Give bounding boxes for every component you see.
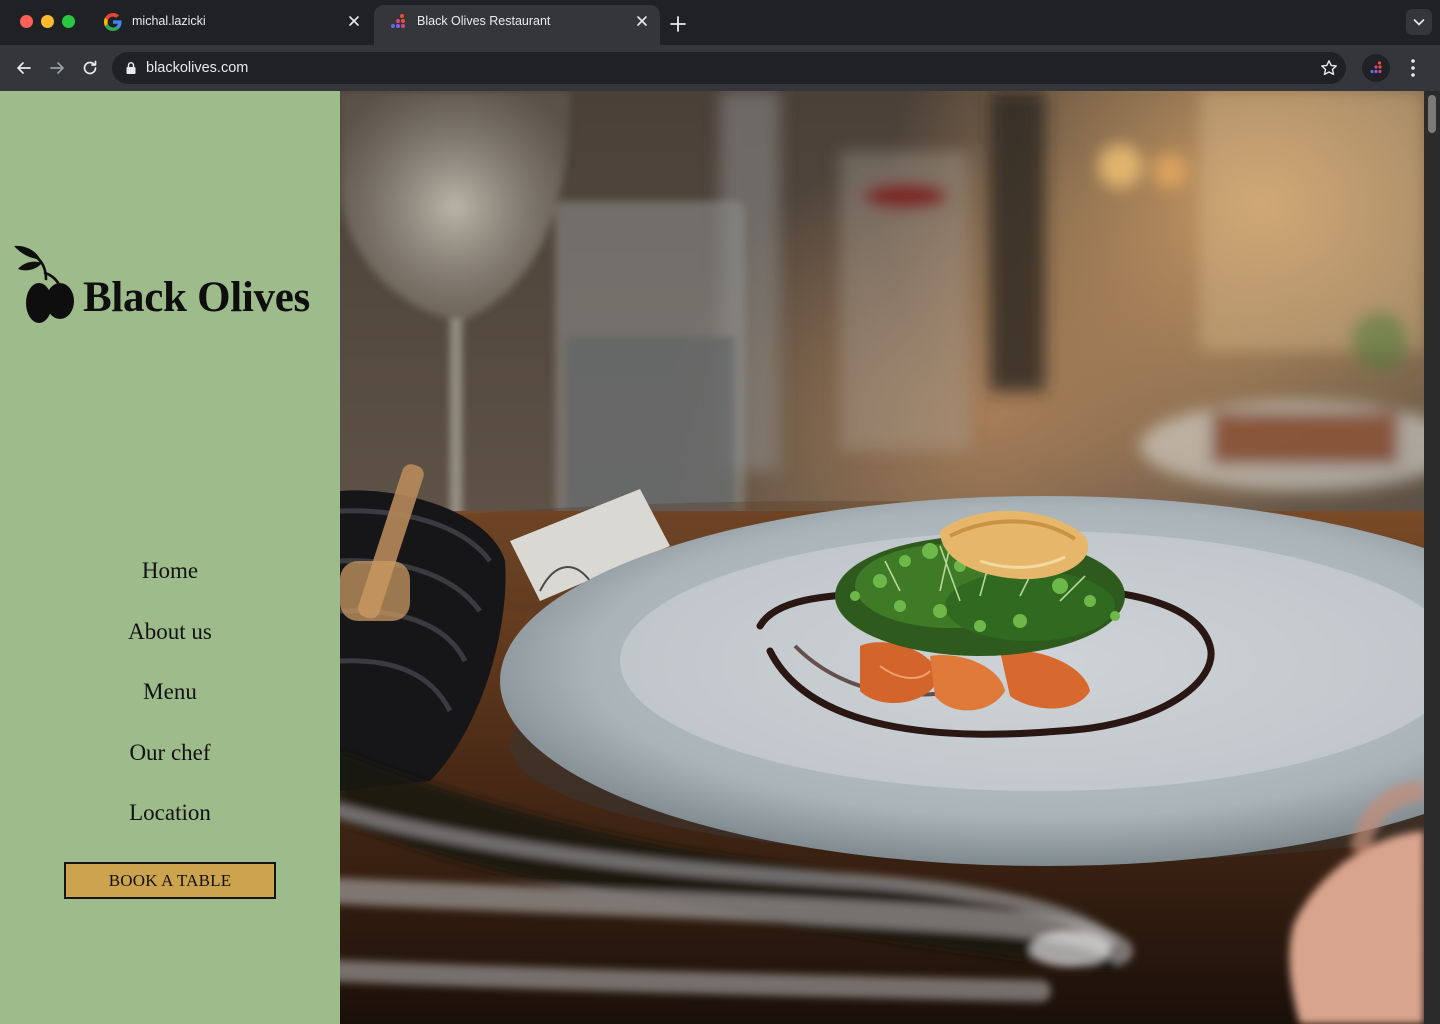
restaurant-page: Black Olives Home About us Menu Our chef… (0, 91, 1440, 1024)
nav-location-link[interactable]: Location (0, 800, 340, 826)
address-bar[interactable]: blackolives.com (112, 52, 1346, 84)
url-text[interactable]: blackolives.com (146, 60, 248, 76)
brand-name: Black Olives (83, 274, 310, 321)
nav-our-chef-link[interactable]: Our chef (0, 740, 340, 766)
google-icon (104, 13, 122, 31)
minimize-window-button[interactable] (41, 15, 54, 28)
nav-home-link[interactable]: Home (0, 558, 340, 584)
browser-tab-strip: michal.lazicki Black Olives Restaurant (0, 0, 1440, 45)
browser-toolbar: blackolives.com (0, 45, 1440, 91)
tab-black-olives-restaurant[interactable]: Black Olives Restaurant (374, 5, 660, 45)
tab-search-button[interactable] (1406, 9, 1432, 35)
new-tab-icon[interactable] (668, 14, 688, 34)
dots-extension-icon (1370, 61, 1382, 74)
bookmark-star-icon[interactable] (1320, 59, 1338, 77)
page-scrollbar[interactable] (1424, 91, 1440, 1024)
restaurant-dish-photo (340, 91, 1424, 1024)
lock-icon[interactable] (124, 61, 138, 75)
chevron-down-icon (1413, 19, 1425, 26)
brand-logo[interactable]: Black Olives (12, 243, 342, 333)
forward-arrow-icon[interactable] (47, 58, 67, 78)
tab-title: michal.lazicki (132, 14, 206, 28)
nav-about-us-link[interactable]: About us (0, 619, 340, 645)
close-icon[interactable] (634, 13, 650, 29)
extension-button[interactable] (1362, 54, 1390, 82)
dots-favicon-icon (391, 14, 405, 28)
tab-michal-lazicki[interactable]: michal.lazicki (92, 5, 374, 45)
reload-icon[interactable] (80, 58, 100, 78)
close-window-button[interactable] (20, 15, 33, 28)
kebab-menu-icon[interactable] (1404, 57, 1422, 79)
tab-title: Black Olives Restaurant (417, 14, 551, 28)
book-a-table-button[interactable]: BOOK A TABLE (64, 862, 276, 899)
maximize-window-button[interactable] (62, 15, 75, 28)
hero-image (340, 91, 1424, 1024)
sidebar: Black Olives Home About us Menu Our chef… (0, 91, 340, 1024)
olive-branch-icon (14, 245, 74, 323)
nav-menu-link[interactable]: Menu (0, 679, 340, 705)
scrollbar-thumb[interactable] (1428, 95, 1436, 133)
close-icon[interactable] (346, 13, 362, 29)
back-arrow-icon[interactable] (14, 58, 34, 78)
